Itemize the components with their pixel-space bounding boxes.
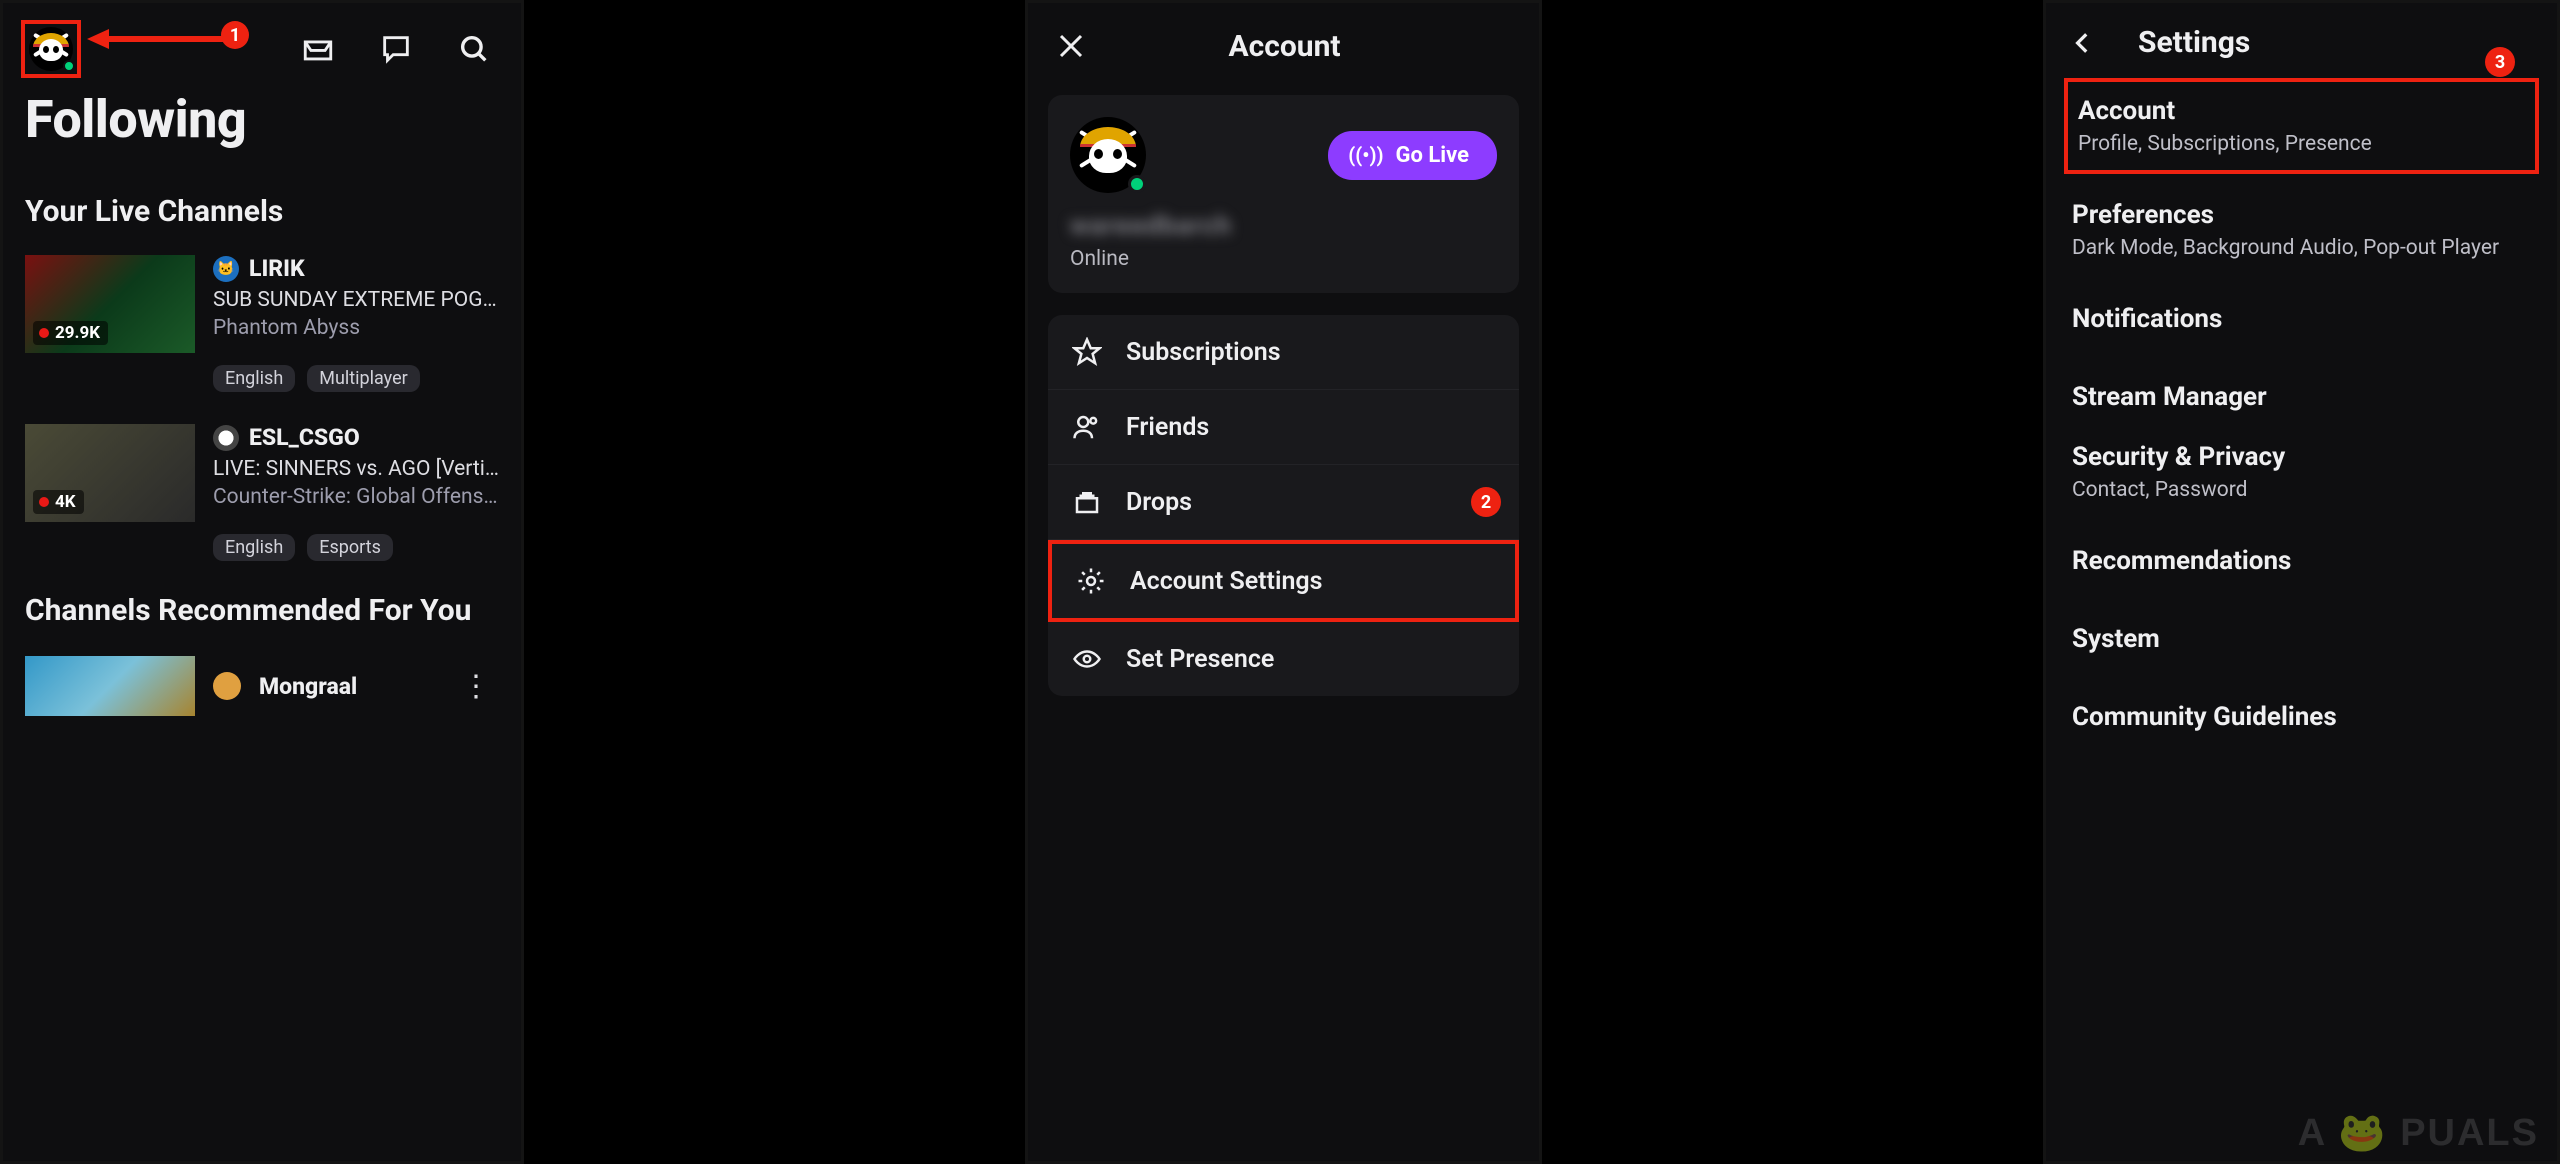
channel-meta: ESL_CSGO LIVE: SINNERS vs. AGO [Vertigo]… — [213, 424, 499, 522]
profile-card: ((•)) Go Live wareedbarch Online — [1048, 95, 1519, 293]
menu-label: Account Settings — [1130, 567, 1322, 596]
stream-thumbnail[interactable]: 29.9K — [25, 255, 195, 353]
menu-item-drops[interactable]: Drops 2 — [1048, 465, 1519, 540]
go-live-label: Go Live — [1396, 143, 1470, 168]
annotation-badge-1: 1 — [221, 21, 249, 49]
whisper-icon[interactable] — [379, 32, 413, 66]
menu-label: Friends — [1126, 413, 1209, 442]
stream-thumbnail[interactable]: 4K — [25, 424, 195, 522]
settings-item-account[interactable]: Account Profile, Subscriptions, Presence — [2064, 78, 2539, 174]
eye-icon — [1070, 644, 1104, 674]
settings-item-subtitle: Contact, Password — [2072, 478, 2531, 502]
menu-label: Subscriptions — [1126, 338, 1281, 367]
drops-icon — [1070, 487, 1104, 517]
account-sheet: Account ((•)) Go Live wareedbarch Online — [1025, 0, 1542, 1164]
presence-indicator — [1128, 175, 1146, 193]
section-recommended: Channels Recommended For You — [3, 567, 521, 646]
username: wareedbarch — [1070, 211, 1497, 241]
viewer-count: 4K — [33, 490, 84, 514]
page-title: Following — [3, 81, 521, 160]
more-options-icon[interactable]: ⋮ — [461, 679, 499, 694]
broadcast-icon: ((•)) — [1348, 143, 1383, 167]
stream-title: SUB SUNDAY EXTREME POGGOLI … — [213, 288, 499, 312]
menu-item-subscriptions[interactable]: Subscriptions — [1048, 315, 1519, 390]
recommended-channel-row[interactable]: Mongraal ⋮ — [3, 646, 521, 716]
settings-item-subtitle: Profile, Subscriptions, Presence — [2078, 132, 2525, 156]
settings-item-stream-manager[interactable]: Stream Manager — [2046, 358, 2557, 436]
settings-item-system[interactable]: System — [2046, 600, 2557, 678]
gear-icon — [1074, 566, 1108, 596]
tag[interactable]: Esports — [307, 534, 393, 561]
settings-item-notifications[interactable]: Notifications — [2046, 280, 2557, 358]
stream-category: Phantom Abyss — [213, 316, 499, 340]
channel-meta: 🐱 LIRIK SUB SUNDAY EXTREME POGGOLI … Pha… — [213, 255, 499, 353]
channel-name: Mongraal — [259, 673, 357, 700]
tag-row: English Multiplayer — [3, 353, 521, 398]
go-live-button[interactable]: ((•)) Go Live — [1328, 131, 1497, 180]
menu-item-account-settings[interactable]: Account Settings — [1048, 540, 1519, 622]
live-channel-row[interactable]: 29.9K 🐱 LIRIK SUB SUNDAY EXTREME POGGOLI… — [3, 247, 521, 353]
tag-row: English Esports — [3, 522, 521, 567]
stream-title: LIVE: SINNERS vs. AGO [Vertigo] M… — [213, 457, 499, 481]
annotation-badge-2: 2 — [1471, 487, 1501, 517]
star-icon — [1070, 337, 1104, 367]
screen-header: Settings — [2046, 3, 2557, 66]
settings-screen: Settings 3 Account Profile, Subscription… — [2043, 0, 2560, 1164]
channel-avatar: 🐱 — [213, 256, 239, 282]
top-bar: 1 — [3, 3, 521, 81]
menu-item-friends[interactable]: Friends — [1048, 390, 1519, 465]
settings-item-title: Account — [2078, 96, 2525, 126]
stream-category: Counter-Strike: Global Offensive — [213, 485, 499, 509]
menu-label: Set Presence — [1126, 645, 1274, 674]
channel-avatar — [213, 672, 241, 700]
channel-name: ESL_CSGO — [249, 424, 360, 451]
settings-item-community-guidelines[interactable]: Community Guidelines — [2046, 678, 2557, 740]
viewer-count: 29.9K — [33, 321, 108, 345]
friends-icon — [1070, 412, 1104, 442]
channel-name: LIRIK — [249, 255, 305, 282]
section-live-channels: Your Live Channels — [3, 160, 521, 247]
tag[interactable]: Multiplayer — [307, 365, 419, 392]
tag[interactable]: English — [213, 534, 295, 561]
settings-item-security[interactable]: Security & Privacy Contact, Password — [2046, 436, 2557, 522]
inbox-icon[interactable] — [301, 32, 335, 66]
annotation-arrow — [87, 25, 227, 53]
profile-avatar-button[interactable] — [21, 20, 81, 78]
sheet-header: Account — [1028, 3, 1539, 73]
profile-avatar[interactable] — [1070, 117, 1146, 193]
annotation-badge-3: 3 — [2485, 47, 2515, 77]
sheet-title: Account — [1052, 29, 1517, 64]
settings-item-preferences[interactable]: Preferences Dark Mode, Background Audio,… — [2046, 182, 2557, 280]
menu-item-set-presence[interactable]: Set Presence — [1048, 622, 1519, 696]
account-menu: Subscriptions Friends Drops 2 Account Se… — [1048, 315, 1519, 696]
stream-thumbnail[interactable] — [25, 656, 195, 716]
watermark: A 🐸 PUALS — [2298, 1111, 2539, 1155]
presence-indicator — [63, 60, 75, 72]
presence-status: Online — [1070, 247, 1497, 271]
settings-item-recommendations[interactable]: Recommendations — [2046, 522, 2557, 600]
settings-item-title: Security & Privacy — [2072, 442, 2531, 472]
screen-title: Settings — [2138, 25, 2250, 60]
menu-label: Drops — [1126, 488, 1192, 517]
search-icon[interactable] — [457, 32, 491, 66]
settings-item-subtitle: Dark Mode, Background Audio, Pop-out Pla… — [2072, 236, 2531, 260]
settings-item-title: Preferences — [2072, 200, 2531, 230]
live-channel-row[interactable]: 4K ESL_CSGO LIVE: SINNERS vs. AGO [Verti… — [3, 416, 521, 522]
back-icon[interactable] — [2068, 26, 2098, 60]
tag[interactable]: English — [213, 365, 295, 392]
following-screen: 1 Following Your Live Channels 29.9K 🐱 L… — [0, 0, 524, 1164]
channel-avatar — [213, 425, 239, 451]
